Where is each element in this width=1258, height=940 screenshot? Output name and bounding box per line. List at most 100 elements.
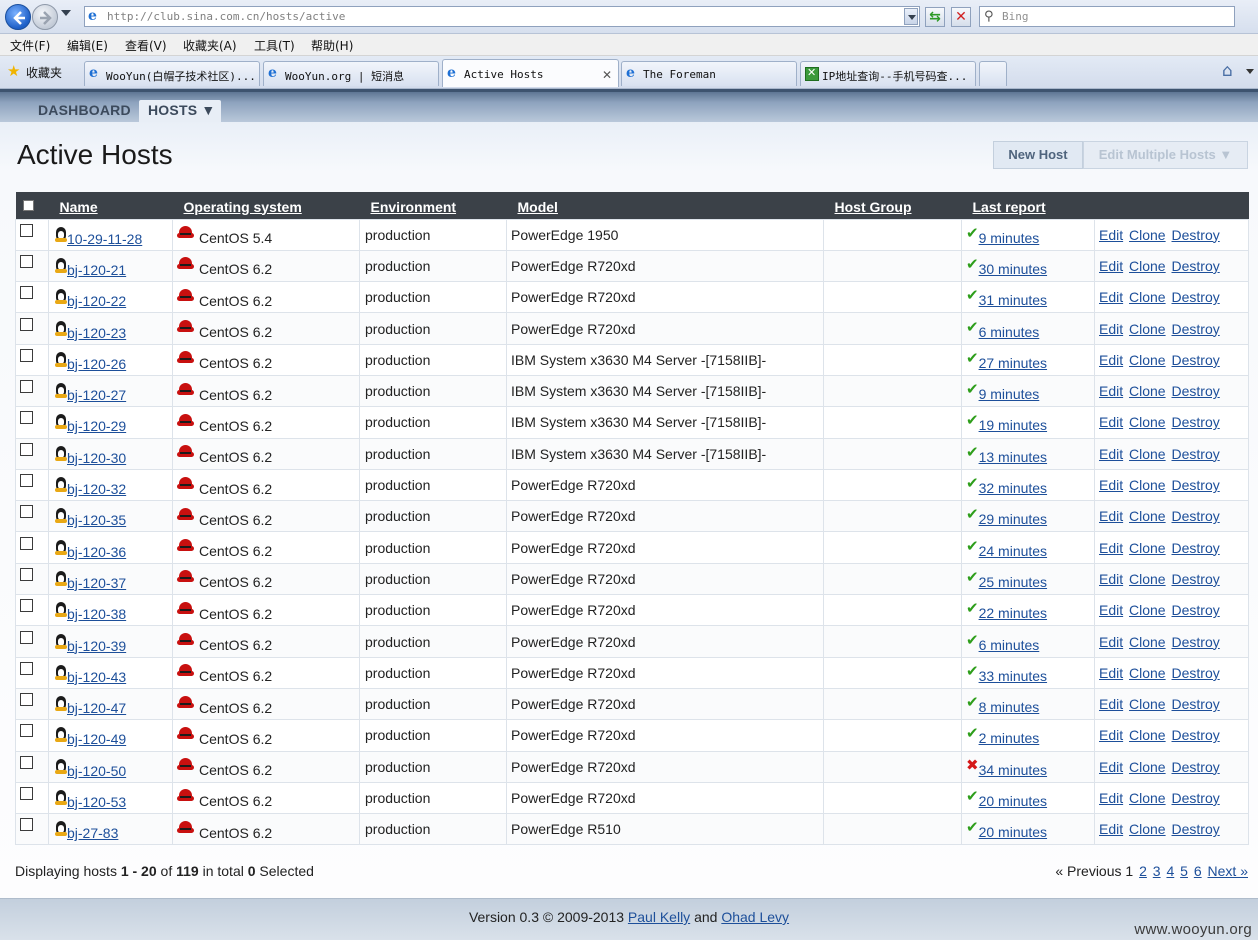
clone-link[interactable]: Clone xyxy=(1129,602,1166,618)
search-input[interactable]: ⚲ Bing xyxy=(979,6,1235,27)
new-host-button[interactable]: New Host xyxy=(993,141,1083,169)
history-dropdown-icon[interactable] xyxy=(61,10,71,16)
row-checkbox[interactable] xyxy=(20,254,33,268)
host-name-link[interactable]: bj-120-22 xyxy=(67,293,126,309)
clone-link[interactable]: Clone xyxy=(1129,634,1166,650)
destroy-link[interactable]: Destroy xyxy=(1172,258,1220,274)
clone-link[interactable]: Clone xyxy=(1129,696,1166,712)
edit-link[interactable]: Edit xyxy=(1099,227,1123,243)
last-report-link[interactable]: 34 minutes xyxy=(979,762,1047,778)
pagination-page-link[interactable]: 3 xyxy=(1153,863,1161,879)
forward-button[interactable] xyxy=(32,4,58,30)
row-checkbox[interactable] xyxy=(20,755,33,769)
host-name-link[interactable]: bj-120-26 xyxy=(67,356,126,372)
stop-button[interactable]: ✕ xyxy=(951,7,971,27)
destroy-link[interactable]: Destroy xyxy=(1172,477,1220,493)
edit-link[interactable]: Edit xyxy=(1099,383,1123,399)
back-button[interactable] xyxy=(5,4,31,30)
menu-help[interactable]: 帮助(H) xyxy=(311,37,353,54)
row-checkbox[interactable] xyxy=(20,411,33,425)
host-name-link[interactable]: bj-120-53 xyxy=(67,794,126,810)
author-link[interactable]: Paul Kelly xyxy=(628,909,690,925)
row-checkbox[interactable] xyxy=(20,505,33,519)
column-header-last-report[interactable]: Last report xyxy=(962,192,1095,219)
row-checkbox[interactable] xyxy=(20,786,33,800)
clone-link[interactable]: Clone xyxy=(1129,508,1166,524)
destroy-link[interactable]: Destroy xyxy=(1172,227,1220,243)
host-name-link[interactable]: bj-120-47 xyxy=(67,700,126,716)
row-checkbox[interactable] xyxy=(20,286,33,300)
home-icon[interactable]: ⌂ xyxy=(1222,61,1233,81)
edit-link[interactable]: Edit xyxy=(1099,634,1123,650)
last-report-link[interactable]: 27 minutes xyxy=(979,355,1047,371)
pagination-page-link[interactable]: 2 xyxy=(1139,863,1147,879)
last-report-link[interactable]: 31 minutes xyxy=(979,292,1047,308)
edit-link[interactable]: Edit xyxy=(1099,321,1123,337)
destroy-link[interactable]: Destroy xyxy=(1172,696,1220,712)
row-checkbox[interactable] xyxy=(20,567,33,581)
column-header-environment[interactable]: Environment xyxy=(360,192,507,219)
destroy-link[interactable]: Destroy xyxy=(1172,571,1220,587)
edit-link[interactable]: Edit xyxy=(1099,571,1123,587)
column-header-os[interactable]: Operating system xyxy=(173,192,360,219)
edit-link[interactable]: Edit xyxy=(1099,289,1123,305)
destroy-link[interactable]: Destroy xyxy=(1172,634,1220,650)
destroy-link[interactable]: Destroy xyxy=(1172,540,1220,556)
destroy-link[interactable]: Destroy xyxy=(1172,446,1220,462)
favorites-button[interactable]: 收藏夹 xyxy=(26,64,62,81)
edit-link[interactable]: Edit xyxy=(1099,821,1123,837)
edit-link[interactable]: Edit xyxy=(1099,258,1123,274)
destroy-link[interactable]: Destroy xyxy=(1172,414,1220,430)
destroy-link[interactable]: Destroy xyxy=(1172,665,1220,681)
host-name-link[interactable]: bj-120-21 xyxy=(67,262,126,278)
column-header-model[interactable]: Model xyxy=(507,192,824,219)
column-header-name[interactable]: Name xyxy=(49,192,173,219)
row-checkbox[interactable] xyxy=(20,661,33,675)
clone-link[interactable]: Clone xyxy=(1129,321,1166,337)
clone-link[interactable]: Clone xyxy=(1129,352,1166,368)
last-report-link[interactable]: 13 minutes xyxy=(979,449,1047,465)
refresh-button[interactable]: ⇆ xyxy=(925,7,945,27)
row-checkbox[interactable] xyxy=(20,693,33,707)
row-checkbox[interactable] xyxy=(20,599,33,613)
last-report-link[interactable]: 19 minutes xyxy=(979,417,1047,433)
last-report-link[interactable]: 8 minutes xyxy=(979,699,1040,715)
clone-link[interactable]: Clone xyxy=(1129,289,1166,305)
edit-link[interactable]: Edit xyxy=(1099,727,1123,743)
edit-link[interactable]: Edit xyxy=(1099,352,1123,368)
edit-link[interactable]: Edit xyxy=(1099,790,1123,806)
edit-link[interactable]: Edit xyxy=(1099,446,1123,462)
host-name-link[interactable]: bj-120-27 xyxy=(67,387,126,403)
destroy-link[interactable]: Destroy xyxy=(1172,821,1220,837)
last-report-link[interactable]: 20 minutes xyxy=(979,793,1047,809)
row-checkbox[interactable] xyxy=(20,380,33,394)
last-report-link[interactable]: 29 minutes xyxy=(979,511,1047,527)
row-checkbox[interactable] xyxy=(20,818,33,832)
edit-link[interactable]: Edit xyxy=(1099,759,1123,775)
host-name-link[interactable]: bj-120-32 xyxy=(67,481,126,497)
browser-tab[interactable]: IP地址查询--手机号码查... xyxy=(800,61,976,86)
clone-link[interactable]: Clone xyxy=(1129,414,1166,430)
tab-hosts[interactable]: HOSTS ▼ xyxy=(139,100,221,122)
clone-link[interactable]: Clone xyxy=(1129,258,1166,274)
column-header-host-group[interactable]: Host Group xyxy=(824,192,962,219)
host-name-link[interactable]: bj-120-39 xyxy=(67,638,126,654)
last-report-link[interactable]: 30 minutes xyxy=(979,261,1047,277)
last-report-link[interactable]: 2 minutes xyxy=(979,730,1040,746)
author-link[interactable]: Ohad Levy xyxy=(721,909,789,925)
destroy-link[interactable]: Destroy xyxy=(1172,759,1220,775)
host-name-link[interactable]: bj-120-38 xyxy=(67,606,126,622)
clone-link[interactable]: Clone xyxy=(1129,446,1166,462)
host-name-link[interactable]: bj-120-37 xyxy=(67,575,126,591)
host-name-link[interactable]: bj-120-30 xyxy=(67,450,126,466)
destroy-link[interactable]: Destroy xyxy=(1172,289,1220,305)
row-checkbox[interactable] xyxy=(20,317,33,331)
last-report-link[interactable]: 6 minutes xyxy=(979,637,1040,653)
row-checkbox[interactable] xyxy=(20,223,33,237)
destroy-link[interactable]: Destroy xyxy=(1172,321,1220,337)
row-checkbox[interactable] xyxy=(20,474,33,488)
last-report-link[interactable]: 25 minutes xyxy=(979,574,1047,590)
menu-tools[interactable]: 工具(T) xyxy=(254,37,295,54)
last-report-link[interactable]: 9 minutes xyxy=(979,386,1040,402)
browser-tab-active[interactable]: e Active Hosts ✕ xyxy=(442,59,619,87)
